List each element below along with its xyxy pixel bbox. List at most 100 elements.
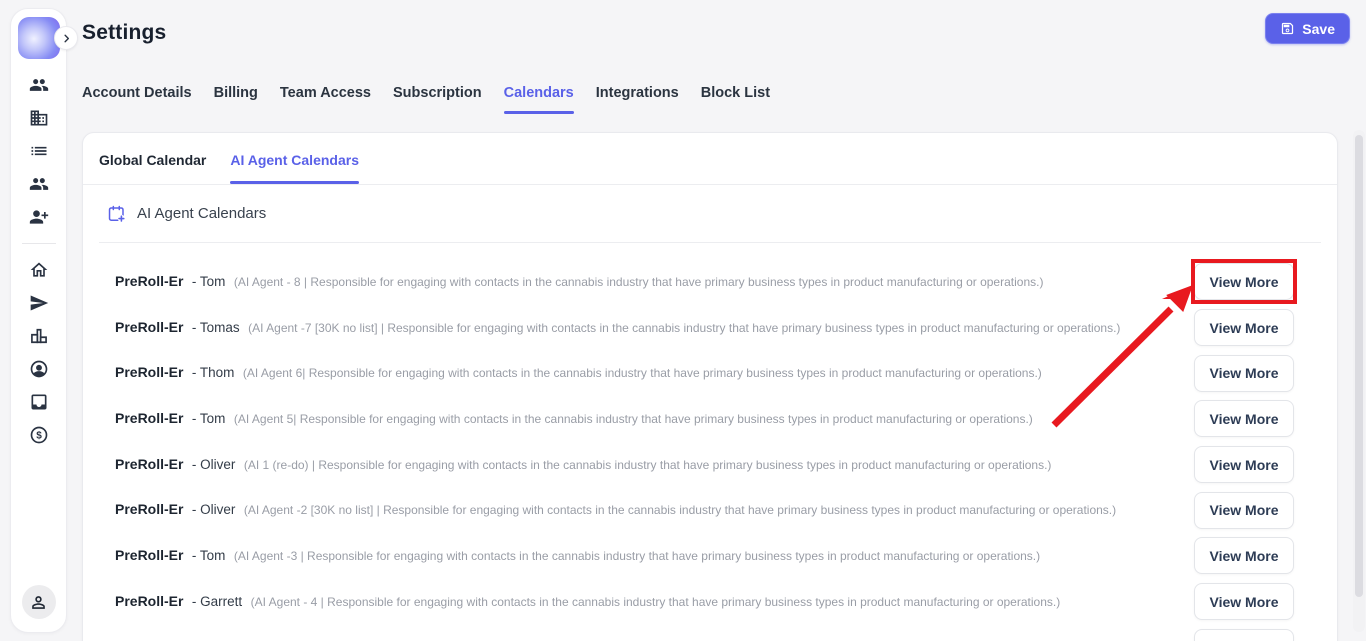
calendar-subtabs: Global Calendar AI Agent Calendars [83,133,1337,185]
calendar-plus-icon [107,204,126,223]
calendar-subtab[interactable]: AI Agent Calendars [230,133,359,184]
user-avatar[interactable] [22,585,56,619]
tab-label: Calendars [504,85,574,101]
agent-description: (AI 1 (re-do) | Responsible for engaging… [244,458,1052,472]
agent-brand: PreRoll-Er [115,273,183,289]
team-icon[interactable] [29,75,49,95]
settings-tab[interactable]: Subscription [393,85,482,114]
agent-brand: PreRoll-Er [115,456,183,472]
agent-calendar-row: PreRoll-Er - Garrett (AI Agent - 4 | Res… [83,579,1337,625]
agent-name: - Tom [192,548,226,563]
agent-brand: PreRoll-Er [115,319,183,335]
agent-calendar-row: PreRoll-Er - Tom (AI Agent -3 | Responsi… [83,533,1337,579]
view-more-wrap: View More [1194,583,1294,620]
save-button[interactable]: Save [1265,13,1350,44]
account-circle-icon[interactable] [29,359,49,379]
agent-description: (AI Agent - 8 | Responsible for engaging… [234,275,1044,289]
sidebar-divider [22,243,56,244]
view-more-wrap: View More [1194,446,1294,483]
agent-label: PreRoll-Er - Garrett (AI Agent - 4 | Res… [115,593,1060,611]
agent-name: - Oliver [192,502,236,517]
chevron-right-icon [61,33,72,44]
agent-calendar-row: PreRoll-Er - Tomas (AI Agent -7 [30K no … [83,305,1337,351]
agent-brand: PreRoll-Er [115,364,183,380]
save-icon [1280,21,1295,36]
view-more-wrap: View More [1194,629,1294,641]
contacts-icon[interactable] [29,174,49,194]
save-button-label: Save [1302,21,1335,37]
home-icon[interactable] [29,260,49,280]
tab-label: Team Access [280,85,371,101]
tab-label: Billing [214,85,258,101]
settings-tab[interactable]: Integrations [596,85,679,114]
agent-calendar-row: PreRoll-Er - Oliver (AI Agent -2 [30K no… [83,487,1337,533]
view-more-button[interactable]: View More [1194,400,1294,437]
agent-label: PreRoll-Er - Oliver (AI 1 (re-do) | Resp… [115,456,1051,474]
settings-tab[interactable]: Block List [701,85,770,114]
reports-icon[interactable] [29,326,49,346]
agent-description: (AI Agent -2 [30K no list] | Responsible… [244,503,1116,517]
view-more-wrap: View More [1194,400,1294,437]
page-title: Settings [82,21,166,45]
settings-tab[interactable]: Billing [214,85,258,114]
tab-label: Integrations [596,85,679,101]
calendar-subtab[interactable]: Global Calendar [99,133,206,184]
tab-label: Block List [701,85,770,101]
view-more-button[interactable]: View More [1194,263,1294,300]
agent-calendar-row: PreRoll-Er - Oliver (AI 1 (re-do) | Resp… [83,442,1337,488]
sidebar-expand-button[interactable] [54,26,78,50]
lists-icon[interactable] [29,141,49,161]
agent-calendar-list: PreRoll-Er - Tom (AI Agent - 8 | Respons… [83,243,1337,641]
agent-brand: PreRoll-Er [115,501,183,517]
agent-name: - Garrett [192,594,242,609]
view-more-button[interactable]: View More [1194,629,1294,641]
view-more-wrap: View More [1194,492,1294,529]
tab-label: Account Details [82,85,192,101]
section-header-wrap: AI Agent Calendars [99,185,1321,243]
agent-label: PreRoll-Er - Tom (AI Agent - 8 | Respons… [115,273,1043,291]
scrollbar-thumb[interactable] [1355,135,1363,597]
agent-label: PreRoll-Er - Tom (AI Agent -3 | Responsi… [115,547,1040,565]
view-more-wrap: View More [1194,537,1294,574]
agent-calendar-row: PreRoll-Er - Tom (AI Agent 5| Responsibl… [83,396,1337,442]
agent-brand: PreRoll-Er [115,547,183,563]
view-more-button[interactable]: View More [1194,355,1294,392]
company-icon[interactable] [29,108,49,128]
section-header: AI Agent Calendars [99,185,1321,242]
view-more-button[interactable]: View More [1194,446,1294,483]
agent-description: (AI Agent 5| Responsible for engaging wi… [234,412,1033,426]
agent-calendar-row: PreRoll-Er - Thom (AI Agent 6| Responsib… [83,350,1337,396]
agent-name: - Tomas [192,320,240,335]
add-person-icon[interactable] [29,207,49,227]
billing-icon[interactable]: $ [29,425,49,445]
agent-description: (AI Agent - 4 | Responsible for engaging… [251,595,1061,609]
agent-label: PreRoll-Er - Tomas (AI Agent -7 [30K no … [115,319,1120,337]
inbox-icon[interactable] [29,392,49,412]
section-title: AI Agent Calendars [137,205,266,222]
settings-page: $ Settings Save Account Details Billing … [0,0,1366,641]
view-more-button[interactable]: View More [1194,492,1294,529]
agent-brand: PreRoll-Er [115,593,183,609]
view-more-button[interactable]: View More [1194,583,1294,620]
settings-tabs: Account Details Billing Team Access Subs… [82,85,770,114]
subtab-label: AI Agent Calendars [230,152,359,168]
agent-name: - Oliver [192,457,236,472]
agent-calendar-row: View More [83,625,1337,641]
tab-label: Subscription [393,85,482,101]
view-more-wrap: View More [1194,309,1294,346]
subtab-label: Global Calendar [99,152,206,168]
view-more-wrap: View More [1194,355,1294,392]
agent-description: (AI Agent -3 | Responsible for engaging … [234,549,1040,563]
view-more-button[interactable]: View More [1194,309,1294,346]
settings-tab[interactable]: Team Access [280,85,371,114]
calendars-panel: Global Calendar AI Agent Calendars [82,132,1338,641]
svg-text:$: $ [36,431,42,442]
settings-tab[interactable]: Account Details [82,85,192,114]
agent-brand: PreRoll-Er [115,410,183,426]
view-more-wrap: View More [1194,263,1294,300]
send-icon[interactable] [29,293,49,313]
view-more-button[interactable]: View More [1194,537,1294,574]
settings-tab[interactable]: Calendars [504,85,574,114]
sidebar-nav: $ [22,75,56,445]
agent-label: PreRoll-Er - Oliver (AI Agent -2 [30K no… [115,501,1116,519]
